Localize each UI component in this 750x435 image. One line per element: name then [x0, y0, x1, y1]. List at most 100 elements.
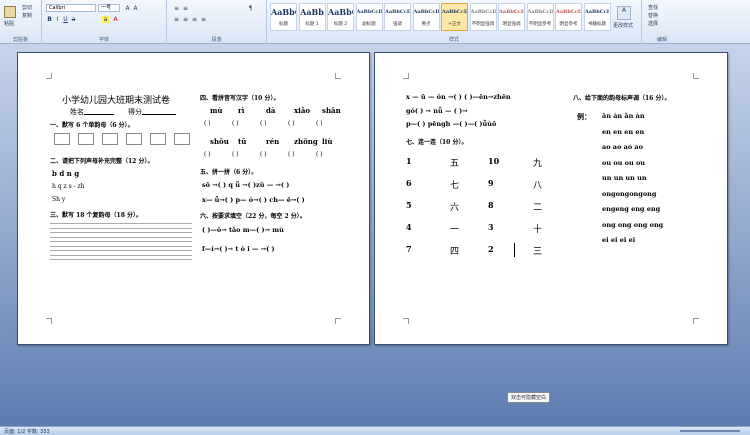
style-name: 强调 [393, 22, 402, 27]
example-label: 例： [577, 112, 591, 121]
p2-row-2: gǒ( ) → nǚ — ( )→ [406, 107, 468, 115]
justify-icon[interactable]: ≡ [200, 16, 207, 23]
answer-parentheses[interactable]: ( ) [232, 120, 239, 127]
style-name: +正文 [448, 22, 461, 27]
writing-line[interactable] [50, 227, 192, 229]
page-1[interactable]: 小学幼儿园大班期末测试卷 姓名 得分 一、默写 6 个单韵母（6 分）。 二、请… [17, 52, 370, 345]
grow-font-icon[interactable]: A [124, 5, 131, 12]
shrink-font-icon[interactable]: A [132, 5, 139, 12]
question-7: 七、连一连（10 分）。 [406, 139, 468, 146]
find-button[interactable]: 查找 [648, 4, 658, 11]
answer-parentheses[interactable]: ( ) [260, 120, 267, 127]
crop-mark [693, 73, 699, 79]
replace-button[interactable]: 替换 [648, 12, 658, 19]
bullets-icon[interactable]: ≡ [173, 5, 180, 12]
style-tile[interactable]: AaBbCcD 不明显强调 [469, 3, 497, 31]
style-tile[interactable]: AaBbCcDd +正文 [441, 3, 468, 31]
writing-line[interactable] [50, 223, 192, 224]
zoom-slider[interactable] [680, 430, 740, 432]
style-name: 明显参考 [559, 22, 578, 27]
tone-row: un un un un [602, 174, 647, 182]
tone-row: ān án ǎn àn [602, 112, 645, 120]
writing-line[interactable] [50, 259, 192, 260]
match-hanzi: 八 [533, 181, 543, 191]
writing-line[interactable] [50, 254, 192, 256]
paste-icon[interactable] [4, 6, 16, 18]
match-number: 6 [406, 178, 412, 188]
match-number: 5 [406, 200, 412, 210]
answer-parentheses[interactable]: ( ) [232, 151, 239, 158]
pinyin-syllable: mù [210, 106, 223, 115]
answer-box[interactable] [150, 133, 166, 145]
match-divider [514, 243, 515, 257]
style-tile[interactable]: AaBbCcD 强调 [384, 3, 411, 31]
style-tile[interactable]: AaBbCcD 要点 [412, 3, 440, 31]
cut-button[interactable]: 剪切 [22, 4, 32, 11]
style-tile[interactable]: AaBbC 标题 2 [327, 3, 354, 31]
document-workspace[interactable]: 小学幼儿园大班期末测试卷 姓名 得分 一、默写 6 个单韵母（6 分）。 二、请… [0, 44, 750, 426]
pinyin-syllable: xiǎo [294, 106, 311, 115]
style-name: 书籍标题 [588, 22, 606, 27]
bold-button[interactable]: B [46, 16, 53, 23]
style-tile[interactable]: AaBbC 标题 [270, 3, 297, 31]
answer-parentheses[interactable]: ( ) [204, 151, 211, 158]
answer-box[interactable] [174, 133, 190, 145]
select-button[interactable]: 选择 [648, 20, 658, 27]
writing-line[interactable] [50, 245, 192, 247]
q5-row-1: sō →( ) q ǖ →( )zǔ — →( ) [202, 181, 290, 189]
tone-row: en en en en [602, 127, 645, 136]
answer-parentheses[interactable]: ( ) [288, 151, 295, 158]
style-tile[interactable]: AaBbCcD 不明显参考 [526, 3, 554, 31]
question-5: 五、拼一拼（6 分）。 [200, 169, 258, 176]
writing-line[interactable] [50, 250, 192, 251]
page-2[interactable]: x — ū — ǒn →( ) ( )—ēn→zhēn gǒ( ) → nǚ —… [374, 52, 728, 345]
font-size-select[interactable]: 一号 [98, 4, 120, 12]
align-center-icon[interactable]: ≡ [182, 16, 189, 23]
show-marks-icon[interactable]: ¶ [247, 5, 254, 12]
match-number: 1 [406, 156, 412, 166]
font-name-select[interactable]: Calibri [46, 4, 96, 12]
q6-row-1: ( )—ǒ→ tǎo m—( )→ mù [202, 226, 284, 234]
ribbon: 粘贴 剪切 复制 剪贴板 Calibri 一号 A A B I U a a A … [0, 0, 750, 44]
answer-box[interactable] [102, 133, 118, 145]
crop-mark [335, 318, 341, 324]
answer-parentheses[interactable]: ( ) [288, 120, 295, 127]
align-left-icon[interactable]: ≡ [173, 16, 180, 23]
writing-line[interactable] [50, 236, 192, 238]
style-name: 不明显参考 [528, 22, 552, 27]
style-name: 不明显强调 [471, 22, 495, 27]
answer-box[interactable] [126, 133, 142, 145]
copy-button[interactable]: 复制 [22, 12, 32, 19]
answer-box[interactable] [78, 133, 94, 145]
answer-parentheses[interactable]: ( ) [316, 120, 323, 127]
font-color-icon[interactable]: A [112, 16, 119, 23]
match-hanzi: 二 [533, 203, 543, 213]
writing-line[interactable] [50, 241, 192, 242]
highlight-icon[interactable]: a [102, 16, 109, 23]
underline-button[interactable]: U [62, 16, 69, 23]
style-tile[interactable]: AaBbCcI 书籍标题 [583, 3, 611, 31]
match-number: 2 [488, 244, 494, 254]
style-tile[interactable]: AaBbCcD 副标题 [355, 3, 383, 31]
answer-parentheses[interactable]: ( ) [204, 120, 211, 127]
style-tile[interactable]: AaBb 标题 1 [298, 3, 326, 31]
style-name: 副标题 [362, 22, 376, 27]
numbering-icon[interactable]: ≡ [182, 5, 189, 12]
align-right-icon[interactable]: ≡ [191, 16, 198, 23]
style-tile[interactable]: AaBbCcD 明显参考 [555, 3, 582, 31]
change-styles-button[interactable]: 更改样式 [613, 22, 633, 29]
strikethrough-icon[interactable]: a [70, 16, 77, 23]
match-hanzi: 六 [450, 203, 460, 213]
style-name: 标题 1 [305, 22, 319, 27]
style-preview: AaBbCcD [556, 9, 581, 15]
italic-button[interactable]: I [54, 16, 61, 23]
match-hanzi: 九 [533, 159, 543, 169]
writing-line[interactable] [50, 232, 192, 233]
answer-parentheses[interactable]: ( ) [260, 151, 267, 158]
change-styles-icon[interactable]: A [617, 6, 631, 20]
style-tile[interactable]: AaBbCcD 明显强调 [498, 3, 525, 31]
answer-parentheses[interactable]: ( ) [316, 151, 323, 158]
style-preview: AaBbCcD [413, 9, 439, 15]
answer-box[interactable] [54, 133, 70, 145]
paste-button[interactable]: 粘贴 [4, 20, 14, 27]
